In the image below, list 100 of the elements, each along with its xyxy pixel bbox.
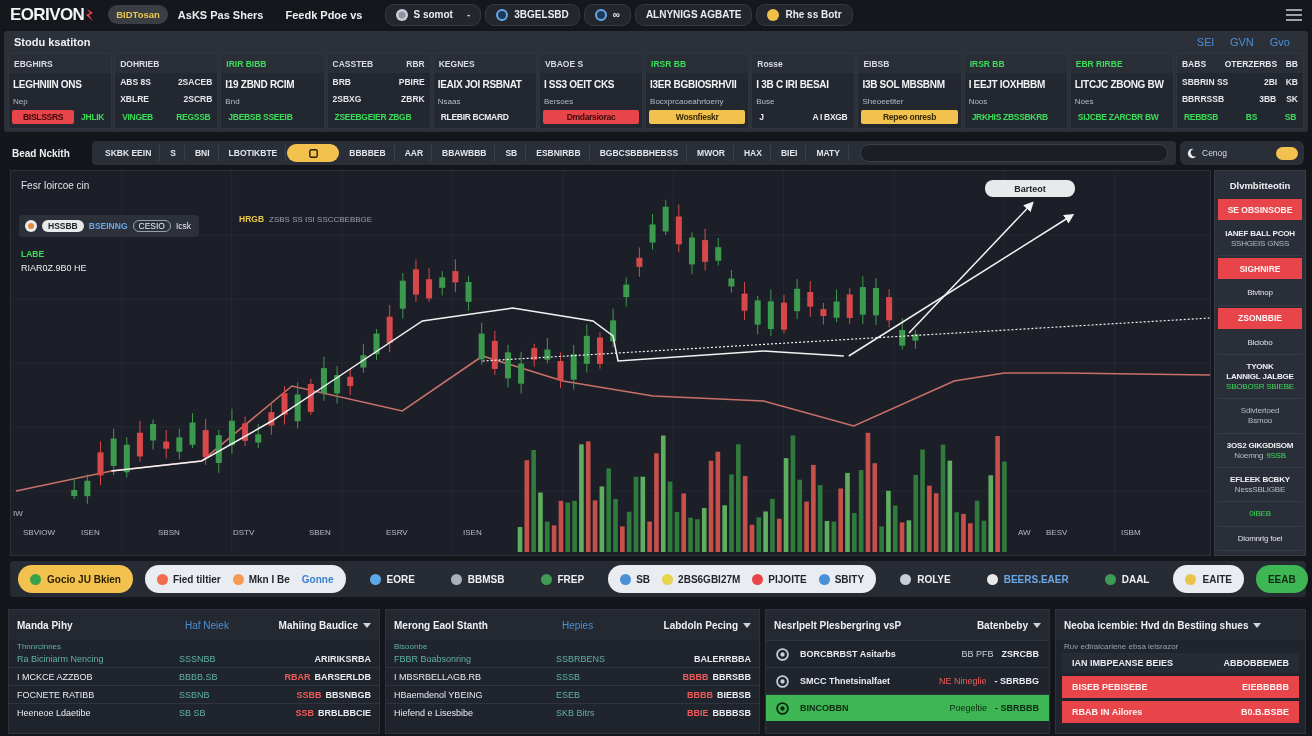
target-icon [776,647,789,661]
toolbar-tab[interactable]: BBAWBBB [433,144,496,162]
row-value: ABBOBBEMEB [1223,658,1289,668]
ticker-change: SIJCBE ZARCBR BW [1076,111,1160,124]
table-cell: BRBLBBCIE [318,707,371,718]
nav-link[interactable]: Feedk Pdoe vs [285,8,363,21]
ticker-value: BRB [332,77,352,88]
caret-icon [1253,622,1262,628]
filter-button[interactable]: SB [620,573,651,585]
toolbar-tab[interactable]: HAX [734,144,771,162]
ticker-label: Noos [967,96,989,108]
toolbar-tab[interactable]: SB [496,144,527,162]
table-cell: BBRRSSB [1182,93,1225,104]
entry-text: Diomnrig foei [1237,533,1283,543]
toolbar-tab[interactable]: BGBCSBBBHEBSS [590,144,688,162]
table-cell-text: 3BB [1258,93,1277,104]
row-name: BISEB PEBISEBE [1072,682,1148,692]
table-cell-text: SSBB [295,689,322,700]
sort-dropdown[interactable]: Labdoln Pecing [663,619,751,631]
ring-icon [496,8,509,21]
table-cell-text: BBBB [681,671,709,682]
filter-button[interactable]: Mkn I Be [232,573,290,585]
action-button[interactable]: DAAL [1092,565,1162,593]
table-cell-text: Heeneoe Ldaetibe [17,707,92,718]
action-button[interactable]: BBMSB [438,565,517,593]
toolbar-tab[interactable] [287,144,340,162]
entry-text: Biciobo [1247,337,1273,347]
ticker-change: JHLIK [80,111,106,124]
list-row[interactable]: BINCOBBN Poegeltie - SBRBBB [766,694,1049,721]
nav-link[interactable]: AsKS Pas Shers [177,8,264,21]
action-button[interactable]: EAITE [1173,565,1244,593]
filter-button[interactable]: 2BS6GBI27M [662,573,741,585]
entry-text: SSHGEIS GNSS [1230,239,1290,249]
sort-dropdown[interactable]: Mahiing Baudice [278,619,371,631]
toolbar-label: Bead Nckith [11,147,71,159]
table-cell-text: RBAR [283,671,311,682]
list-row[interactable]: BORCBRBST Asitarbs BB PFB ZSRCBB [766,640,1049,667]
panel-title: Stodu ksatiton [14,36,91,48]
filter-link[interactable]: Gonne [301,573,334,585]
table-cell-text: SSBNB [179,689,211,700]
table-cell-text: SK [1285,93,1298,104]
market-segment[interactable]: S somot - [384,3,482,26]
app-logo: EORIVON [10,4,85,25]
header-link[interactable]: SEl [1196,36,1214,48]
action-button[interactable]: EEAB [1255,565,1308,593]
filter-button[interactable]: SBITY [818,573,865,585]
header-link[interactable]: GVN [1229,36,1254,48]
status-badge: Wosnfieskr [649,110,746,124]
table-caption: Thnnrcinnes [16,641,63,651]
table-cell-text: KB [1284,77,1298,88]
column-header: SSSNBB [179,654,217,664]
toolbar-tab[interactable]: ESBNIRBB [527,144,590,162]
entry-value: 9SSB [1266,450,1286,460]
ticker-label: Bersoes [542,96,575,108]
action-button[interactable]: Gocio JU Bkien [18,565,133,593]
ticker-change: SB [1283,111,1297,124]
action-button[interactable]: FREP [528,565,597,593]
filter-button[interactable]: Fied tiltier [156,573,221,585]
toolbar-tab[interactable]: MATY [807,144,849,162]
ticker-change: RLEBIR BCMARD [439,111,510,124]
toolbar-tab[interactable]: BNI [185,144,219,162]
panel-link[interactable]: Haf Neiek [185,619,229,631]
sort-dropdown[interactable]: Batenbeby [976,619,1041,631]
ticker-value: LEGHNIIN ONS [12,77,83,92]
entry-text: NessSBLIGBE [1234,485,1286,495]
market-segment[interactable]: ∞ [583,3,631,26]
market-segment[interactable]: Rhe ss Botr [756,3,853,26]
header-link[interactable]: Gvo [1269,36,1290,48]
panel-title: Nesrlpelt Plesbergring vsP [774,619,902,631]
toolbar-tab[interactable]: SKBK EEIN [96,144,161,162]
market-segment[interactable]: 3BGELSBD [485,3,580,26]
ring-icon [594,8,607,21]
panel-link[interactable]: Hepies [562,619,594,631]
table-cell: BARSERLDB [314,671,371,682]
action-button[interactable]: EORE [357,565,427,593]
toolbar-tab[interactable]: LBOTIKBTE [219,144,287,162]
action-button[interactable]: ROLYE [888,565,963,593]
action-button[interactable]: BEERS.EAER [974,565,1081,593]
filter-button[interactable]: PIJOITE [752,573,807,585]
toolbar-tab[interactable]: AAR [395,144,433,162]
toolbar-tab[interactable]: MWOR [688,144,734,162]
ticker-symbol: KEGNES [438,58,475,69]
row-name: BINCOBBN [800,703,850,713]
row-name: BORCBRBST Asitarbs [800,649,897,659]
toggle-switch[interactable] [1276,146,1298,160]
table-cell-text: SSSB [556,671,581,682]
table-cell-text: FOCNETE RATIBB [17,689,96,700]
table-cell-text: I MCKCE AZZBOB [17,671,94,682]
ticker-value: I19 ZBND RCIM [224,77,296,92]
toolbar-tab[interactable]: BBBBEB [340,144,395,162]
market-segment[interactable]: ALNYNIGS AGBATE [634,3,753,26]
toolbar-tab[interactable]: BIEI [771,144,807,162]
toolbar-tab[interactable]: S [161,144,185,162]
row-value: - SBRBBG [994,676,1039,686]
search-field[interactable] [859,144,1168,162]
ticker-symbol: IRIR BIBB [226,58,267,69]
entry-text: Sdivtertoed [1240,406,1280,416]
table-cell-text: BBBB [686,689,713,700]
menu-icon[interactable] [1286,8,1302,21]
ticker-label: Noes [1073,96,1095,108]
